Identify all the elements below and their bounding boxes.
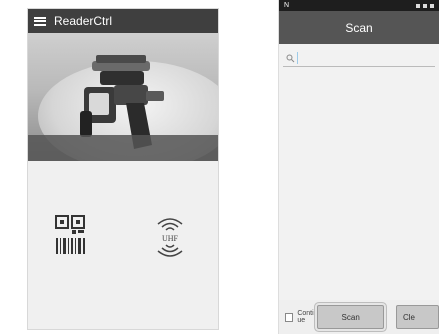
search-icon xyxy=(283,51,297,65)
scan-button[interactable]: Scan xyxy=(317,305,384,329)
app-title: ReaderCtrl xyxy=(54,14,113,28)
signal-icon xyxy=(423,3,427,8)
scan-title-bar: Scan xyxy=(279,11,439,44)
status-left-icon: N xyxy=(284,2,290,9)
battery-icon xyxy=(430,3,434,8)
page-title: Scan xyxy=(345,20,373,35)
scan-results-list xyxy=(279,66,439,300)
status-icons xyxy=(416,3,434,8)
hamburger-menu-icon[interactable] xyxy=(34,16,46,26)
uhf-label: UHF xyxy=(162,234,179,243)
mode-icons: UHF xyxy=(28,214,218,264)
reader-ctrl-screen: ReaderCtrl UHF xyxy=(27,8,219,330)
qr-barcode-icon[interactable] xyxy=(54,214,88,256)
device-hero-image xyxy=(28,33,218,161)
app-bar: ReaderCtrl xyxy=(28,9,218,33)
scan-screen: N Scan Contin ue Scan Cle xyxy=(278,0,439,334)
continue-checkbox[interactable] xyxy=(285,312,294,322)
clear-button[interactable]: Cle xyxy=(395,305,439,329)
search-input[interactable] xyxy=(297,52,435,64)
scan-bottom-bar: Contin ue Scan Cle xyxy=(279,300,439,334)
search-bar xyxy=(283,50,435,67)
bluetooth-icon xyxy=(416,3,420,8)
status-bar: N xyxy=(279,0,439,11)
uhf-rfid-icon[interactable]: UHF xyxy=(150,214,190,258)
continue-label: Contin ue xyxy=(297,310,318,324)
